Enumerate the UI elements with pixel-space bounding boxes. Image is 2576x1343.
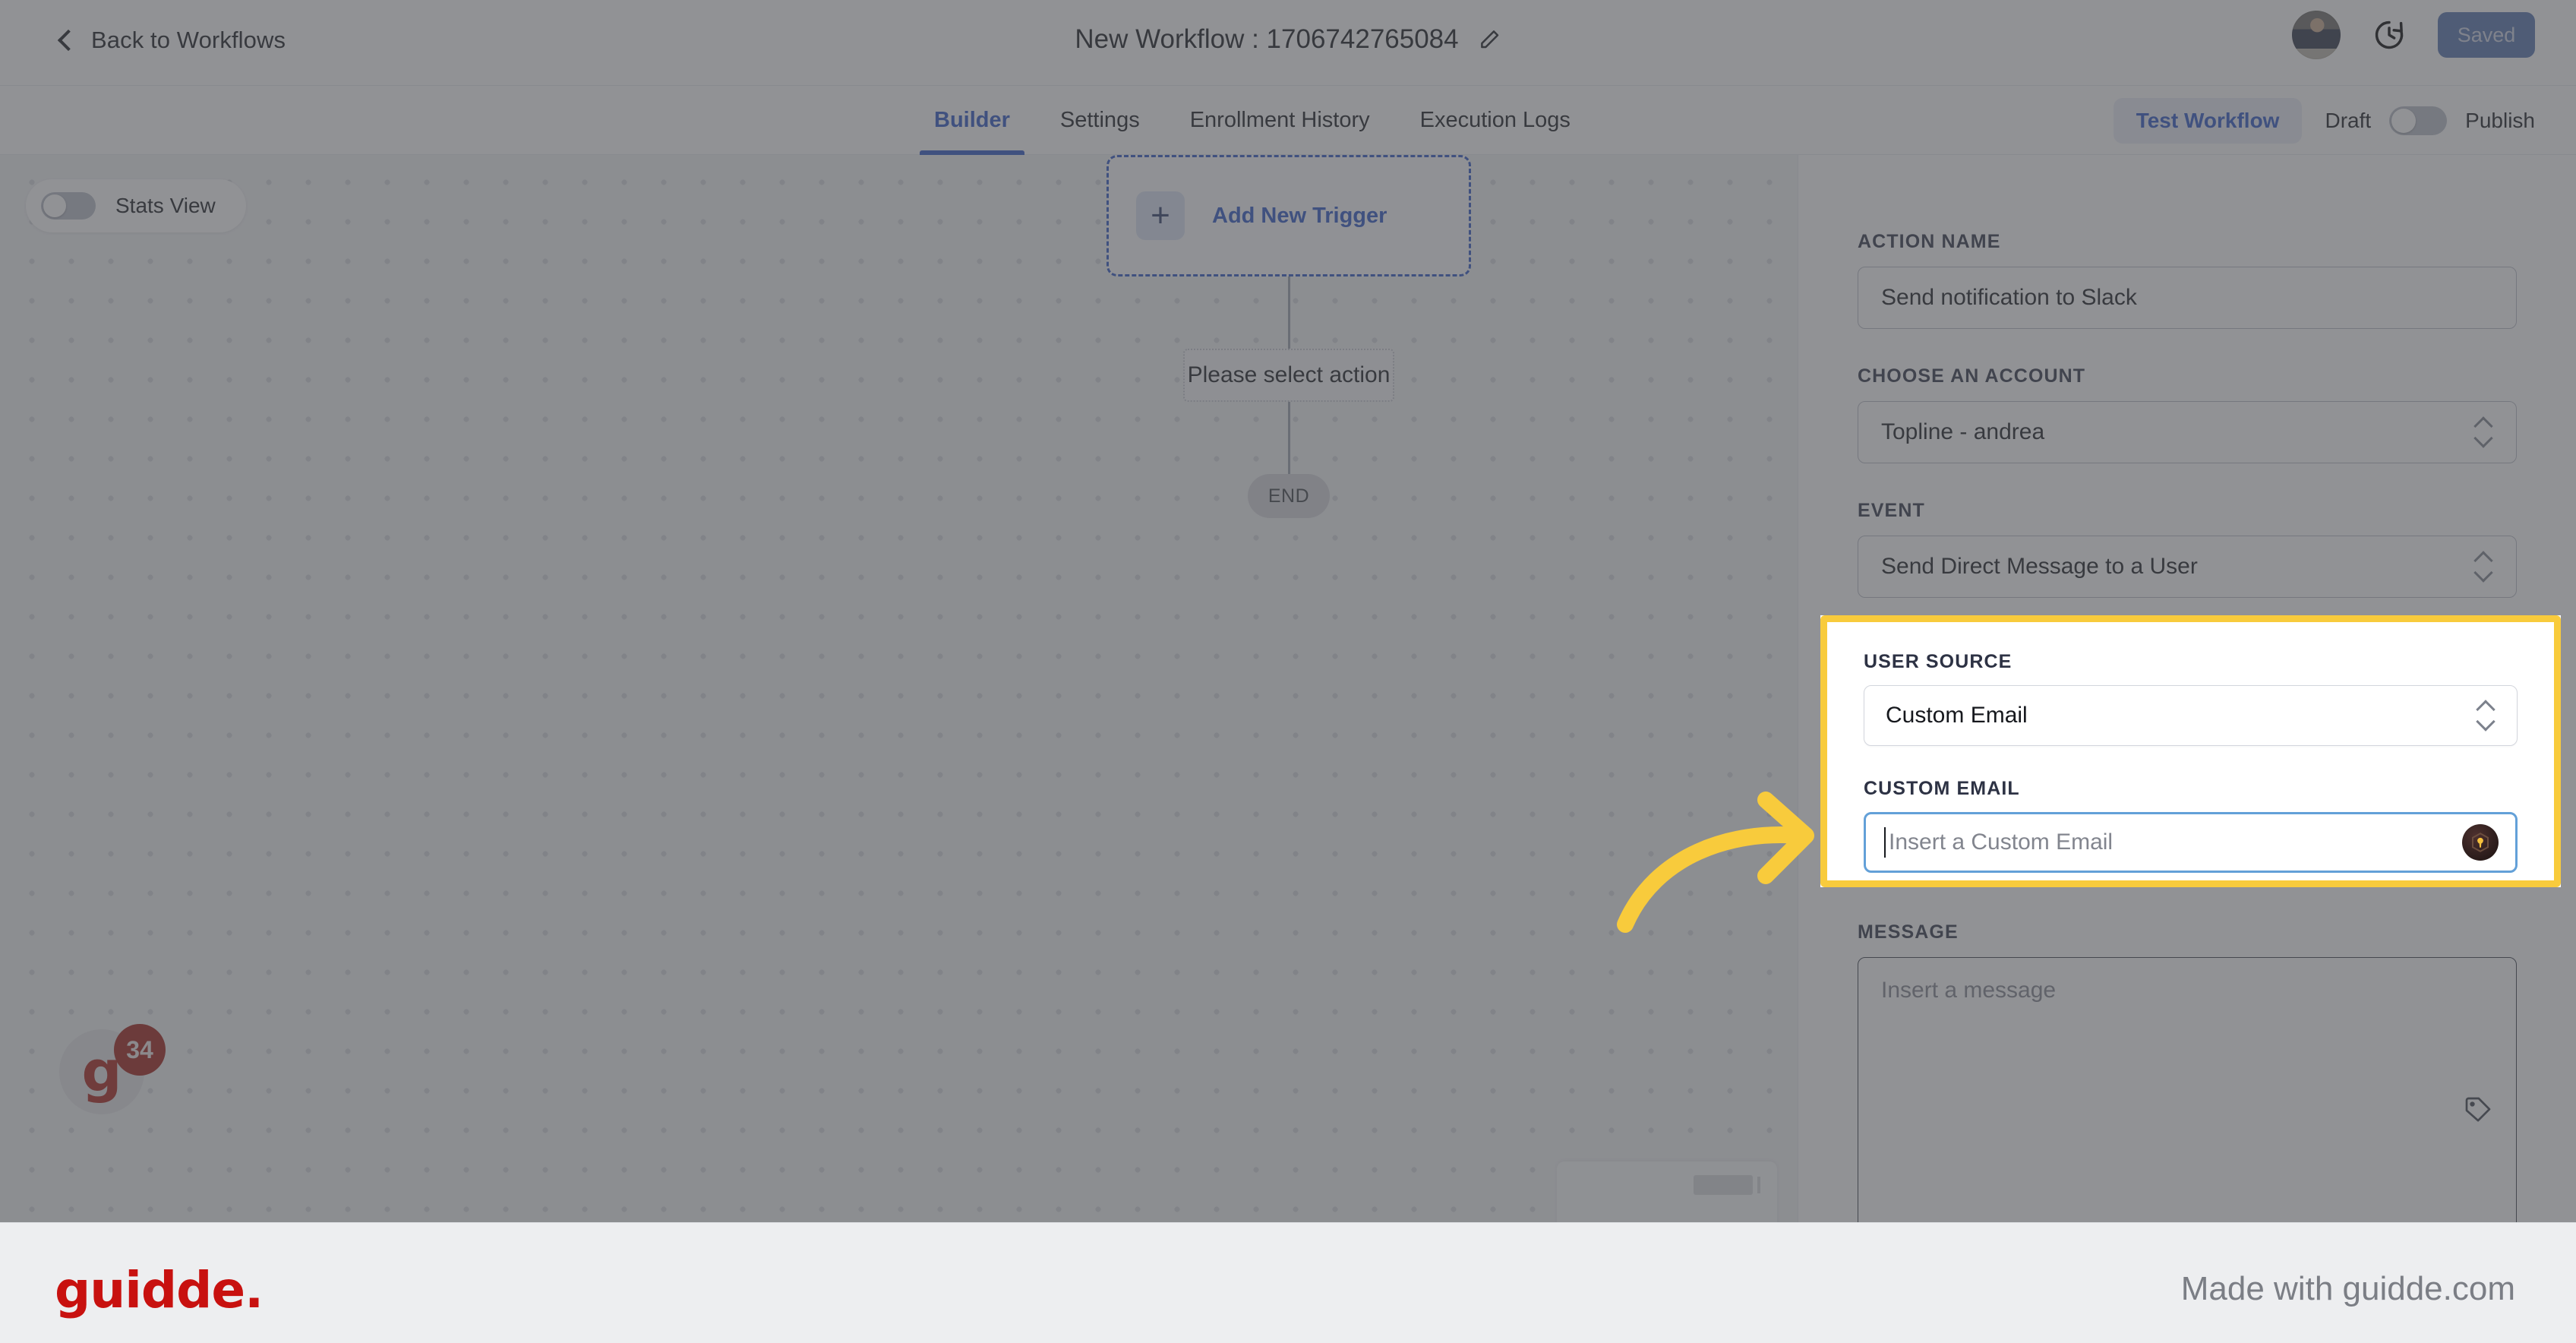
- message-placeholder: Insert a message: [1881, 978, 2057, 1003]
- choose-account-label: CHOOSE AN ACCOUNT: [1858, 365, 2086, 387]
- choose-account-value: Topline - andrea: [1881, 419, 2045, 444]
- user-source-select[interactable]: Custom Email: [1864, 685, 2518, 746]
- end-node: END: [1248, 474, 1330, 518]
- message-field: MESSAGE Insert a message: [1858, 921, 2517, 1253]
- event-value: Send Direct Message to a User: [1881, 554, 2198, 579]
- custom-email-placeholder: Insert a Custom Email: [1889, 830, 2114, 855]
- publish-label: Publish: [2465, 108, 2535, 132]
- tab-enrollment-history-label: Enrollment History: [1189, 108, 1370, 132]
- action-name-label: ACTION NAME: [1858, 231, 2001, 252]
- workflow-canvas[interactable]: Stats View + Add New Trigger Please sele…: [0, 155, 1798, 1222]
- publish-toggle-knob: [2391, 108, 2417, 133]
- tab-execution-logs-label: Execution Logs: [1419, 108, 1571, 132]
- action-name-value: Send notification to Slack: [1881, 285, 2137, 310]
- tab-builder-label: Builder: [934, 108, 1010, 132]
- custom-email-input[interactable]: Insert a Custom Email: [1864, 812, 2518, 873]
- choose-account-field: CHOOSE AN ACCOUNT Topline - andrea: [1858, 365, 2517, 463]
- stats-view-label: Stats View: [115, 194, 216, 217]
- guidde-logo: guidde.: [55, 1261, 264, 1319]
- app-root: Back to Workflows New Workflow : 1706742…: [0, 0, 2576, 1343]
- select-action-node[interactable]: Please select action: [1183, 349, 1394, 402]
- publish-toggle-group: Draft Publish: [2325, 106, 2535, 135]
- user-source-label: USER SOURCE: [1864, 651, 2012, 672]
- test-workflow-label: Test Workflow: [2136, 108, 2280, 132]
- chevron-updown-icon: [2476, 699, 2496, 732]
- event-select[interactable]: Send Direct Message to a User: [1858, 536, 2517, 598]
- text-cursor: [1884, 827, 1886, 858]
- flow-connector-top: [1287, 276, 1290, 349]
- spotlight-spacer: [1864, 746, 2518, 778]
- tab-bar: Builder Settings Enrollment History Exec…: [0, 86, 2576, 155]
- action-name-input[interactable]: Send notification to Slack: [1858, 267, 2517, 329]
- top-bar-actions: Saved: [2292, 11, 2535, 59]
- workflow-title-group: New Workflow : 1706742765084: [1075, 24, 1501, 55]
- add-new-trigger-label: Add New Trigger: [1212, 203, 1387, 228]
- made-with-guidde-label: Made with guidde.com: [2180, 1270, 2515, 1307]
- tab-settings-label: Settings: [1059, 108, 1140, 132]
- choose-account-select[interactable]: Topline - andrea: [1858, 401, 2517, 463]
- tag-icon[interactable]: [2463, 1095, 2493, 1125]
- pencil-icon[interactable]: [1479, 28, 1501, 51]
- end-node-label: END: [1267, 485, 1310, 507]
- event-label: EVENT: [1858, 500, 1925, 521]
- chevron-updown-icon: [2473, 550, 2493, 583]
- custom-email-label: CUSTOM EMAIL: [1864, 778, 2020, 799]
- key-badge-icon[interactable]: [2462, 824, 2499, 861]
- add-new-trigger-button[interactable]: + Add New Trigger: [1106, 155, 1471, 276]
- highlighted-user-source-section: USER SOURCE Custom Email CUSTOM EMAIL In…: [1820, 615, 2561, 887]
- chevron-updown-icon: [2473, 416, 2493, 449]
- flow-graph: + Add New Trigger Please select action E…: [1106, 155, 1471, 518]
- guidde-footer-bar: guidde. Made with guidde.com: [0, 1222, 2576, 1343]
- tab-builder[interactable]: Builder: [909, 86, 1035, 155]
- back-to-workflows-label: Back to Workflows: [91, 27, 286, 53]
- tab-enrollment-history[interactable]: Enrollment History: [1165, 86, 1395, 155]
- event-field: EVENT Send Direct Message to a User: [1858, 500, 2517, 598]
- tab-bar-actions: Test Workflow Draft Publish: [2113, 86, 2535, 155]
- message-textarea[interactable]: Insert a message: [1858, 957, 2517, 1253]
- action-name-field: ACTION NAME Send notification to Slack: [1858, 231, 2517, 329]
- plus-icon: +: [1136, 191, 1185, 240]
- support-chat-badge: 34: [114, 1024, 166, 1076]
- save-button-label: Saved: [2457, 23, 2516, 46]
- save-button[interactable]: Saved: [2438, 12, 2535, 58]
- stats-view-switch-knob: [43, 194, 66, 217]
- flow-connector-bottom: [1287, 402, 1290, 474]
- back-to-workflows-button[interactable]: Back to Workflows: [55, 27, 286, 54]
- select-action-label: Please select action: [1187, 362, 1391, 387]
- tab-list: Builder Settings Enrollment History Exec…: [909, 86, 1596, 155]
- support-chat-badge-count: 34: [126, 1035, 153, 1063]
- publish-toggle[interactable]: [2389, 106, 2448, 135]
- stats-view-switch[interactable]: [41, 192, 96, 220]
- tab-settings[interactable]: Settings: [1035, 86, 1165, 155]
- stats-view-toggle[interactable]: Stats View: [26, 179, 246, 232]
- clock-history-icon[interactable]: [2372, 18, 2406, 52]
- card-placeholder-tick-top: [1757, 1177, 1760, 1193]
- top-bar: Back to Workflows New Workflow : 1706742…: [0, 0, 2576, 86]
- tab-execution-logs[interactable]: Execution Logs: [1395, 86, 1596, 155]
- card-placeholder-bar-primary: [1694, 1175, 1753, 1195]
- avatar[interactable]: [2292, 11, 2341, 59]
- canvas-bottom-card[interactable]: [1557, 1161, 1777, 1222]
- page-title: New Workflow : 1706742765084: [1075, 24, 1459, 54]
- user-source-value: Custom Email: [1886, 703, 2028, 728]
- message-label: MESSAGE: [1858, 921, 1959, 943]
- test-workflow-button[interactable]: Test Workflow: [2113, 97, 2303, 144]
- draft-label: Draft: [2325, 108, 2372, 132]
- chevron-left-icon: [55, 30, 74, 50]
